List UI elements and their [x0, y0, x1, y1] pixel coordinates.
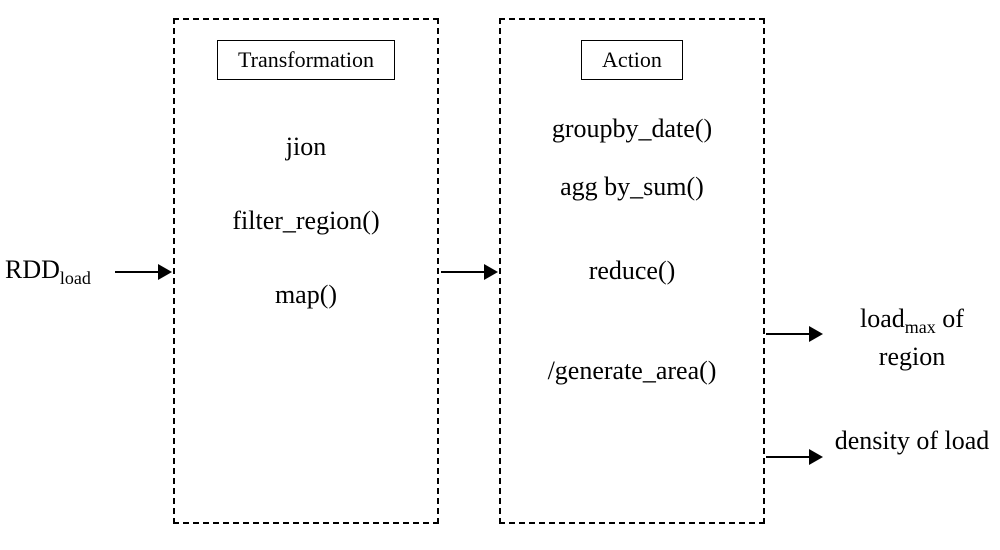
action-item: reduce()	[589, 256, 676, 286]
arrow-head-icon	[484, 264, 498, 280]
output1-prefix: load	[860, 304, 905, 333]
action-item: groupby_date()	[552, 114, 712, 144]
arrow-head-icon	[809, 449, 823, 465]
input-subscript: load	[60, 268, 91, 288]
arrow-action-to-density	[766, 449, 823, 465]
arrow-line	[766, 333, 809, 335]
arrow-input-to-transformation	[115, 264, 172, 280]
output1-subscript: max	[905, 317, 936, 337]
input-prefix: RDD	[5, 255, 60, 284]
arrow-head-icon	[809, 326, 823, 342]
transformation-title: Transformation	[217, 40, 395, 80]
transformation-item: filter_region()	[232, 206, 379, 236]
action-item: /generate_area()	[548, 356, 717, 386]
arrow-line	[766, 456, 809, 458]
arrow-action-to-loadmax	[766, 326, 823, 342]
action-item: agg by_sum()	[560, 172, 704, 202]
output-density: density of load	[832, 424, 992, 458]
action-box: Action groupby_date() agg by_sum() reduc…	[499, 18, 765, 524]
arrow-transformation-to-action	[441, 264, 498, 280]
arrow-line	[115, 271, 158, 273]
rdd-flow-diagram: RDDload Transformation jion filter_regio…	[0, 0, 1000, 550]
arrow-line	[441, 271, 484, 273]
transformation-box: Transformation jion filter_region() map(…	[173, 18, 439, 524]
arrow-head-icon	[158, 264, 172, 280]
transformation-item: map()	[275, 280, 337, 310]
transformation-item: jion	[286, 132, 326, 162]
output-loadmax: loadmax of region	[832, 302, 992, 373]
input-label: RDDload	[5, 255, 91, 289]
action-title: Action	[581, 40, 683, 80]
